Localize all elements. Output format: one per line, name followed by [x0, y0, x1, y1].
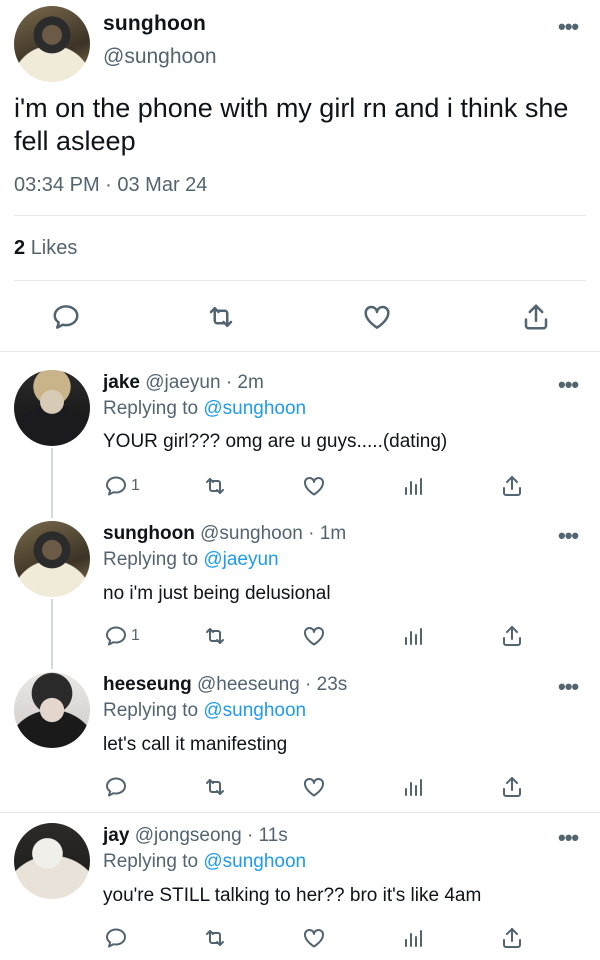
- divider: [0, 812, 600, 813]
- heart-icon[interactable]: [302, 926, 326, 950]
- main-tweet: sunghoon @sunghoon ••• i'm on the phone …: [0, 0, 600, 352]
- reply-time[interactable]: · 2m: [226, 372, 264, 393]
- views-icon[interactable]: [401, 926, 425, 950]
- thread-line: [51, 448, 53, 518]
- reply-text: you're STILL talking to her?? bro it's l…: [103, 885, 482, 906]
- author-handle[interactable]: @jongseong: [135, 825, 242, 846]
- replying-to-link[interactable]: @sunghoon: [203, 700, 306, 721]
- retweet-icon[interactable]: [203, 775, 227, 799]
- author-name[interactable]: sunghoon: [103, 12, 206, 36]
- reply-time[interactable]: · 11s: [247, 825, 288, 846]
- retweet-icon[interactable]: [203, 926, 227, 950]
- views-icon[interactable]: [401, 624, 425, 648]
- retweet-icon[interactable]: [203, 474, 227, 498]
- share-icon[interactable]: [500, 624, 524, 648]
- views-icon[interactable]: [401, 775, 425, 799]
- replying-to: Replying to @sunghoon: [103, 700, 306, 722]
- more-dots-icon[interactable]: •••: [558, 676, 579, 698]
- replying-to-link[interactable]: @jaeyun: [203, 549, 278, 570]
- replying-to: Replying to @jaeyun: [103, 549, 279, 571]
- reply-button[interactable]: [104, 926, 128, 950]
- more-dots-icon[interactable]: •••: [558, 827, 579, 849]
- reply-text: let's call it manifesting: [103, 734, 288, 755]
- heart-icon[interactable]: [302, 474, 326, 498]
- heart-icon[interactable]: [302, 775, 326, 799]
- retweet-icon[interactable]: [203, 624, 227, 648]
- reply-header: jay @jongseong · 11s: [103, 825, 288, 847]
- share-icon[interactable]: [500, 775, 524, 799]
- reply-icon: [106, 928, 126, 948]
- divider: [14, 280, 586, 281]
- avatar[interactable]: [14, 6, 90, 82]
- author-handle[interactable]: @jaeyun: [145, 372, 220, 393]
- author-handle[interactable]: @heeseung: [197, 674, 300, 695]
- heart-icon[interactable]: [362, 302, 392, 332]
- reply-button[interactable]: 1: [104, 474, 140, 498]
- likes-label: Likes: [30, 237, 78, 259]
- thread-line: [51, 599, 53, 669]
- reply-header: heeseung @heeseung · 23s: [103, 674, 347, 696]
- share-icon[interactable]: [500, 926, 524, 950]
- reply-icon: [106, 626, 126, 646]
- reply-count: 1: [131, 627, 140, 644]
- avatar[interactable]: [14, 672, 90, 748]
- reply-button[interactable]: [104, 775, 128, 799]
- replying-to-link[interactable]: @sunghoon: [203, 851, 306, 872]
- views-icon[interactable]: [401, 474, 425, 498]
- tweet-timestamp[interactable]: 03:34 PM · 03 Mar 24: [14, 174, 207, 197]
- avatar[interactable]: [14, 823, 90, 899]
- replying-label: Replying to: [103, 851, 199, 872]
- share-icon[interactable]: [521, 302, 551, 332]
- replying-to: Replying to @sunghoon: [103, 398, 306, 420]
- avatar[interactable]: [14, 370, 90, 446]
- replying-label: Replying to: [103, 549, 199, 570]
- divider: [0, 351, 600, 352]
- reply-icon: [106, 777, 126, 797]
- replying-to-link[interactable]: @sunghoon: [203, 398, 306, 419]
- more-dots-icon[interactable]: •••: [558, 374, 579, 396]
- replying-label: Replying to: [103, 398, 199, 419]
- replying-label: Replying to: [103, 700, 199, 721]
- reply-icon[interactable]: [51, 302, 81, 332]
- reply-icon: [106, 476, 126, 496]
- tweet-text: i'm on the phone with my girl rn and i t…: [14, 93, 569, 156]
- share-icon[interactable]: [500, 474, 524, 498]
- reply-button[interactable]: 1: [104, 624, 140, 648]
- author-name[interactable]: sunghoon: [103, 523, 195, 544]
- author-name[interactable]: heeseung: [103, 674, 192, 695]
- heart-icon[interactable]: [302, 624, 326, 648]
- reply-header: jake @jaeyun · 2m: [103, 372, 264, 394]
- avatar[interactable]: [14, 521, 90, 597]
- reply-header: sunghoon @sunghoon · 1m: [103, 523, 346, 545]
- reply-count: 1: [131, 477, 140, 494]
- author-name[interactable]: jay: [103, 825, 129, 846]
- likes-count[interactable]: 2 Likes: [14, 237, 77, 260]
- replying-to: Replying to @sunghoon: [103, 851, 306, 873]
- more-dots-icon[interactable]: •••: [558, 525, 579, 547]
- retweet-icon[interactable]: [206, 302, 236, 332]
- reply-text: no i'm just being delusional: [103, 583, 331, 604]
- reply-text: YOUR girl??? omg are u guys.....(dating): [103, 431, 448, 452]
- author-name[interactable]: jake: [103, 372, 140, 393]
- divider: [14, 215, 586, 216]
- likes-number: 2: [14, 237, 26, 259]
- author-handle[interactable]: @sunghoon: [103, 45, 217, 69]
- author-handle[interactable]: @sunghoon: [200, 523, 303, 544]
- reply-time[interactable]: · 1m: [308, 523, 346, 544]
- reply-time[interactable]: · 23s: [305, 674, 347, 695]
- more-dots-icon[interactable]: •••: [558, 16, 579, 38]
